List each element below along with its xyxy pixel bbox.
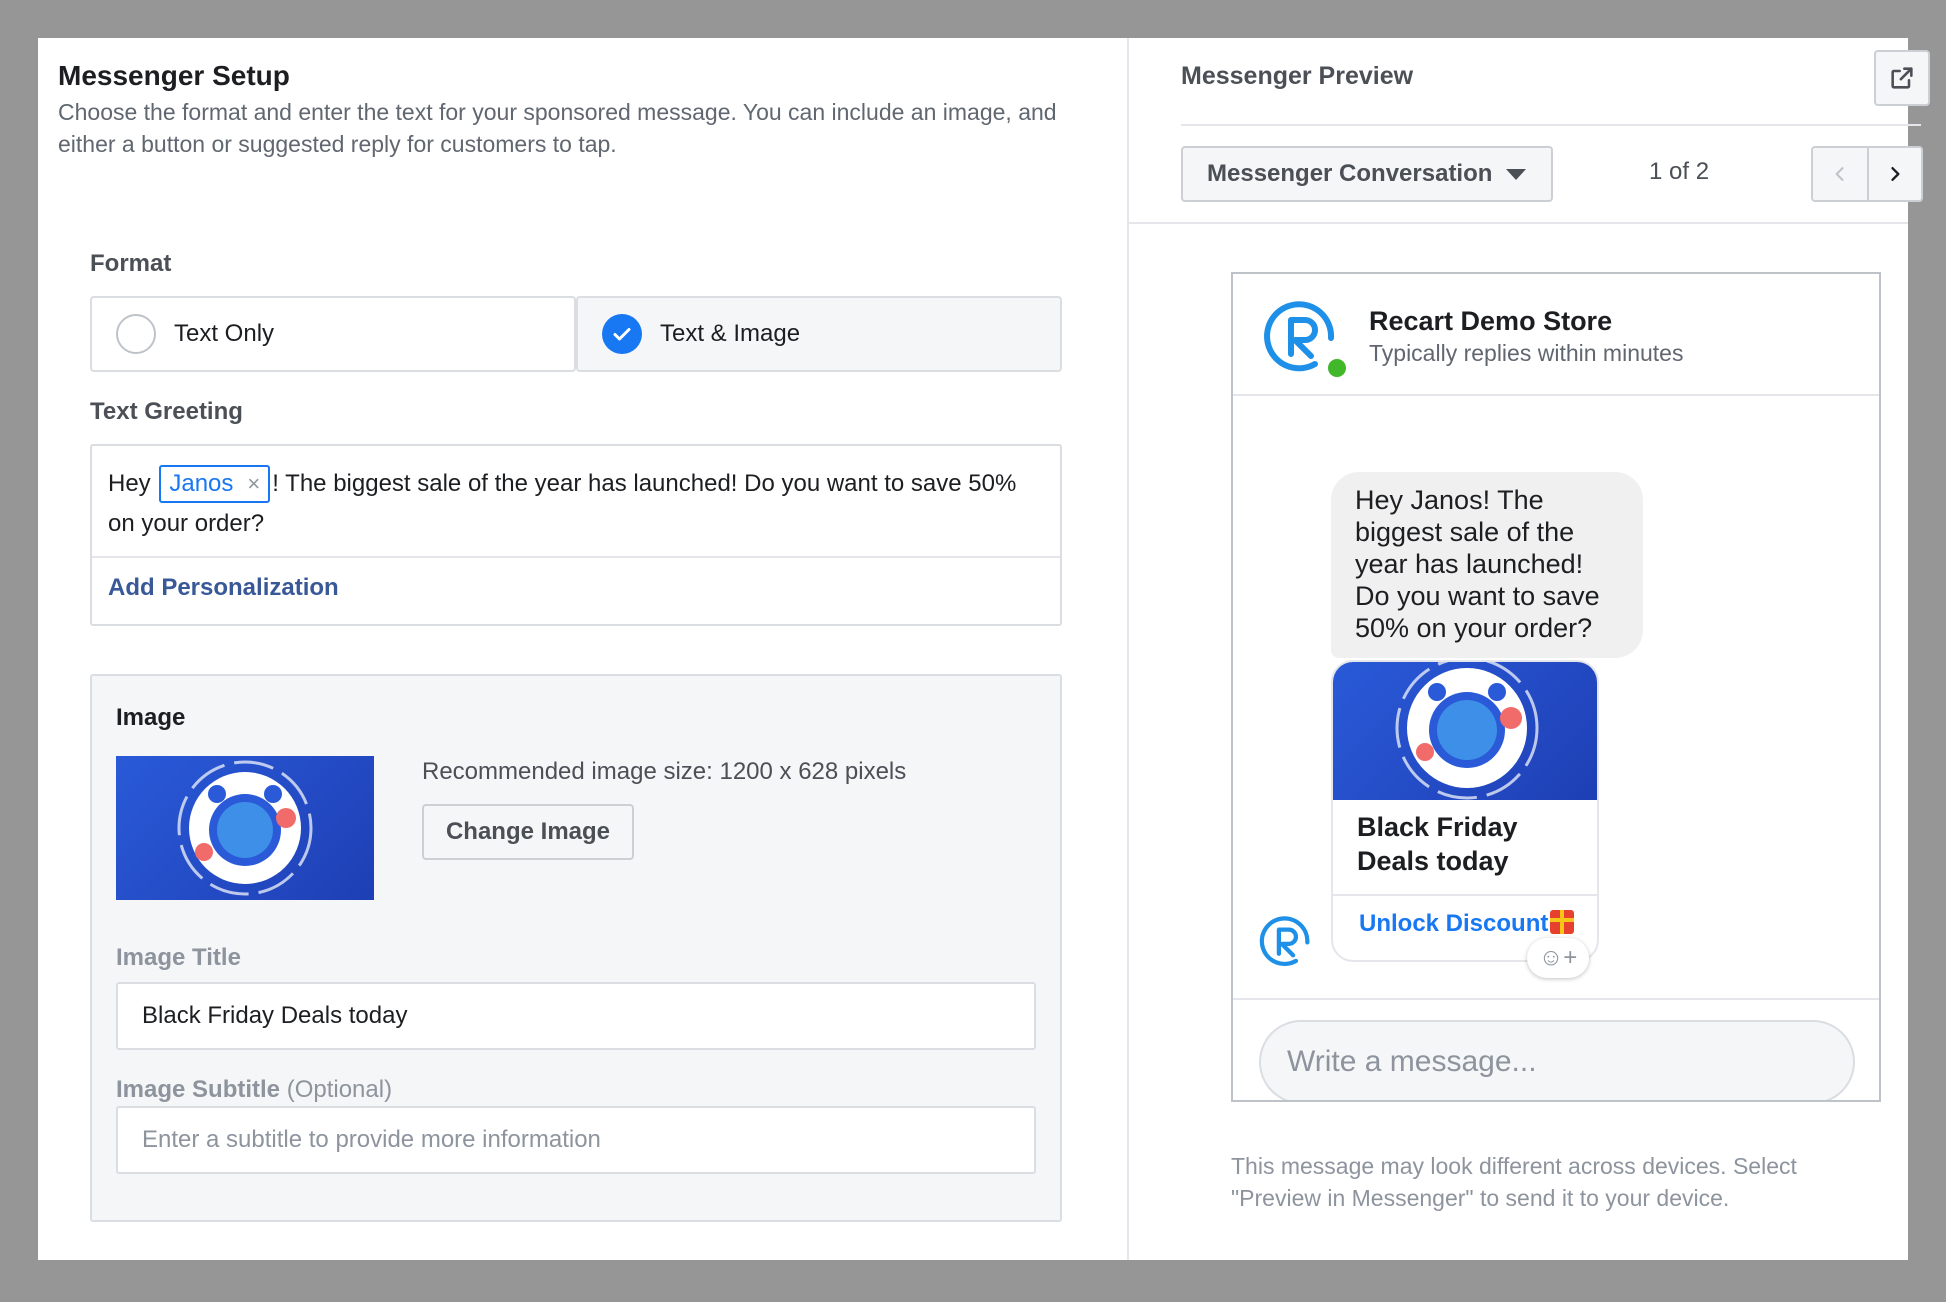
text-greeting-editor[interactable]: Hey Janos ×! The biggest sale of the year… [90, 444, 1062, 626]
add-personalization-link[interactable]: Add Personalization [108, 574, 339, 602]
emoji-add-icon[interactable]: ☺+ [1527, 938, 1589, 978]
format-label: Format [90, 250, 172, 277]
online-status-icon [1325, 356, 1349, 380]
image-title-input[interactable]: Black Friday Deals today [116, 982, 1036, 1050]
recart-logo-icon [1259, 916, 1310, 967]
image-title-label: Image Title [116, 944, 241, 971]
unlock-discount-button[interactable]: Unlock Discount [1359, 910, 1575, 938]
image-subtitle-label: Image Subtitle (Optional) [116, 1076, 393, 1103]
image-label: Image [116, 704, 186, 731]
page-count: 1 of 2 [1649, 158, 1710, 185]
recommended-image-size: Recommended image size: 1200 x 628 pixel… [422, 758, 907, 785]
greeting-text[interactable]: Hey Janos ×! The biggest sale of the year… [108, 464, 1038, 544]
format-option-text-only[interactable]: Text Only [90, 296, 576, 372]
preview-note: This message may look different across d… [1231, 1153, 1797, 1211]
chevron-right-icon [1891, 167, 1900, 181]
divider [1233, 998, 1879, 1000]
open-preview-button[interactable] [1874, 50, 1930, 106]
setup-description: Choose the format and enter the text for… [58, 99, 1057, 157]
caret-down-icon [1506, 168, 1527, 180]
next-button[interactable] [1866, 148, 1921, 200]
text-greeting-label: Text Greeting [90, 398, 243, 425]
pager [1811, 146, 1923, 202]
placement-label: Messenger Conversation [1207, 160, 1493, 187]
format-option-text-image[interactable]: Text & Image [576, 296, 1062, 372]
setup-title: Messenger Setup [58, 60, 290, 91]
divider [1129, 222, 1908, 224]
change-image-button[interactable]: Change Image [422, 804, 634, 860]
gift-icon [1550, 910, 1575, 934]
message-bubble: Hey Janos! The biggest sale of the year … [1331, 472, 1643, 658]
card-image [1333, 662, 1597, 800]
setup-panel: Messenger Setup Choose the format and en… [38, 38, 1127, 1260]
image-subtitle-input[interactable]: Enter a subtitle to provide more informa… [116, 1106, 1036, 1174]
external-link-icon [1891, 67, 1913, 89]
messenger-mockup: Recart Demo Store Typically replies with… [1231, 272, 1881, 1102]
image-thumbnail [116, 756, 374, 900]
message-input[interactable]: Write a message... [1259, 1020, 1855, 1100]
black-friday-clock-icon [177, 760, 313, 896]
format-option-label: Text & Image [660, 320, 801, 347]
black-friday-clock-icon [1395, 662, 1539, 800]
remove-token-icon[interactable]: × [247, 471, 260, 496]
store-status: Typically replies within minutes [1369, 340, 1684, 366]
divider [1333, 894, 1597, 896]
placement-dropdown[interactable]: Messenger Conversation [1181, 146, 1553, 202]
card-title: Black Friday Deals today [1357, 812, 1518, 876]
divider [92, 556, 1060, 558]
app-frame: Messenger Setup Choose the format and en… [38, 38, 1930, 1260]
message-card: Black Friday Deals today Unlock Discount [1331, 660, 1599, 962]
chevron-left-icon [1835, 167, 1844, 181]
conversation-header: Recart Demo Store Typically replies with… [1233, 274, 1879, 396]
personalization-token[interactable]: Janos × [159, 465, 271, 503]
preview-panel: Messenger Preview Messenger Conversation… [1129, 38, 1930, 1260]
store-name: Recart Demo Store [1369, 306, 1613, 336]
format-option-label: Text Only [174, 320, 275, 347]
preview-title: Messenger Preview [1181, 62, 1414, 90]
previous-button[interactable] [1813, 148, 1867, 200]
divider [1181, 124, 1921, 126]
image-section: Image Recommended image size: 1200 x 628… [90, 674, 1062, 1222]
check-icon[interactable] [602, 314, 642, 354]
radio-unchecked-icon[interactable] [116, 314, 156, 354]
greeting-prefix: Hey [108, 470, 151, 497]
